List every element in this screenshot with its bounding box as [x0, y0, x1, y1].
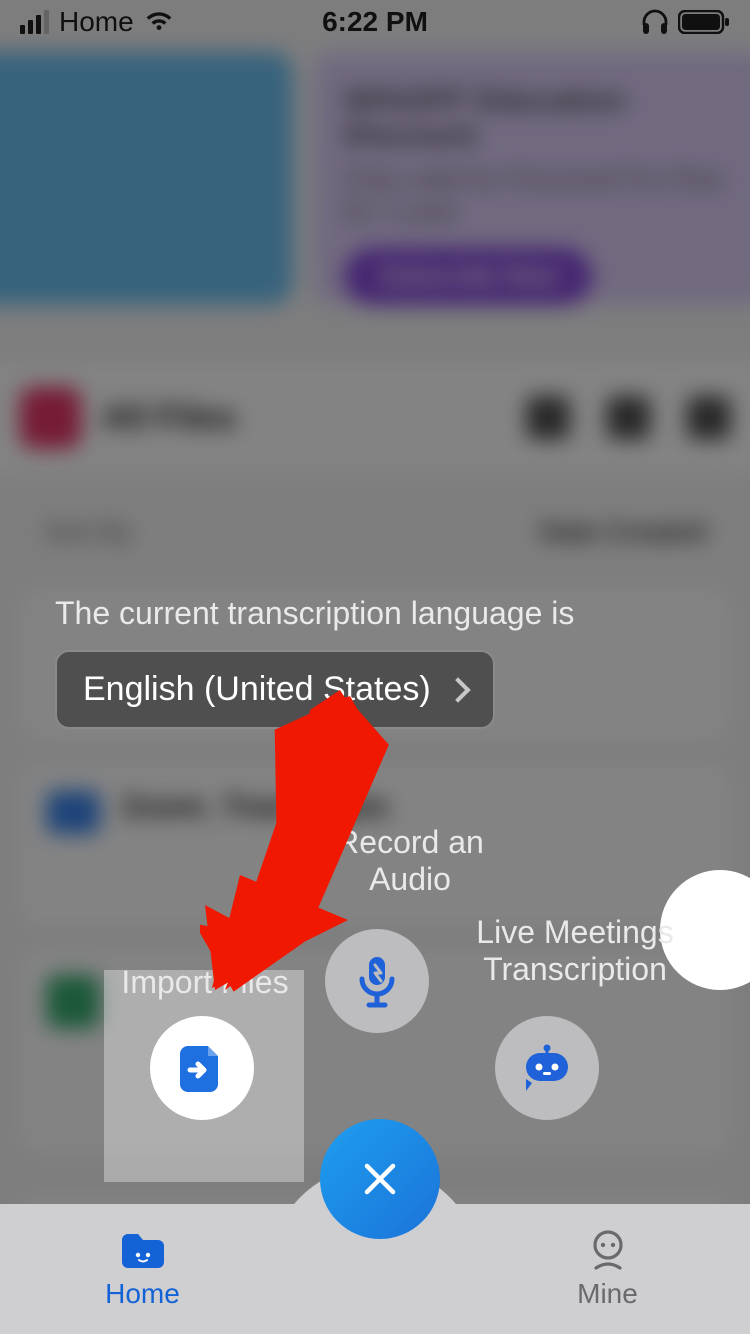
close-icon [359, 1158, 401, 1200]
robot-icon [518, 1043, 576, 1093]
chevron-right-icon [445, 677, 470, 702]
fab-close-button[interactable] [320, 1119, 440, 1239]
language-prompt-text: The current transcription language is [55, 595, 695, 632]
fab-live-meetings-button[interactable] [495, 1016, 599, 1120]
annotation-arrow [200, 690, 390, 1000]
fab-import-files-button[interactable] [150, 1016, 254, 1120]
fab-live-label: Live Meetings Transcription [440, 914, 710, 988]
import-file-icon [174, 1040, 230, 1096]
